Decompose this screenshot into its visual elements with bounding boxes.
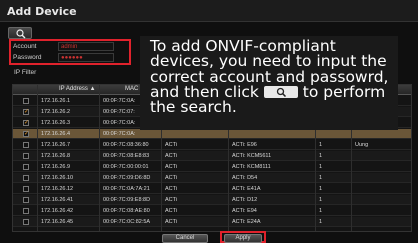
table-row[interactable]: 172.16.26.12 00:0F:7C:0A:7A:21 ACTi ACTi: E… bbox=[13, 184, 411, 194]
cell-ch: 1 bbox=[319, 175, 323, 181]
cell-extra: Uung bbox=[355, 142, 369, 148]
cell-model: ACTi: KCM5611 bbox=[232, 153, 272, 159]
cell-ch: 1 bbox=[319, 208, 323, 214]
cell-vendor: ACTi bbox=[165, 208, 178, 214]
table-row[interactable]: 172.16.26.41 00:0F:7C:09:E8:8D ACTi ACTi: D… bbox=[13, 195, 411, 205]
cell-mac: 00:0F:7C:07: bbox=[103, 109, 135, 115]
cell-ip: 172.16.26.9 bbox=[41, 164, 71, 170]
cell-model: ACTi: KCM8111 bbox=[232, 164, 271, 170]
cell-model: ACTi: D12 bbox=[232, 197, 258, 203]
ip-filter-label: IP Filter bbox=[14, 69, 37, 76]
cell-ch: 1 bbox=[319, 164, 323, 170]
table-row[interactable]: ✓ 172.16.26.4 00:0F:7C:0A: bbox=[13, 129, 411, 139]
cell-ip: 172.16.26.45 bbox=[41, 219, 74, 225]
cell-model: ACTi: D54 bbox=[232, 175, 258, 181]
cell-ip: 172.16.26.7 bbox=[41, 142, 71, 148]
cell-mac: 00:0F:7C:08:36:80 bbox=[103, 142, 149, 148]
table-row[interactable]: 172.16.26.7 00:0F:7C:08:36:80 ACTi ACTi: E9… bbox=[13, 140, 411, 150]
cell-ip: 172.16.26.4 bbox=[41, 131, 71, 137]
column-header-mac[interactable]: MAC bbox=[125, 86, 138, 92]
cell-vendor: ACTi bbox=[165, 186, 178, 192]
cell-mac: 00:0F:7C:08:AE:80 bbox=[103, 208, 150, 214]
cell-ip: 172.16.26.8 bbox=[41, 153, 71, 159]
row-checkbox[interactable] bbox=[23, 219, 29, 225]
cell-ch: 1 bbox=[319, 186, 323, 192]
cell-ch: 1 bbox=[319, 142, 323, 148]
cell-ch: 1 bbox=[319, 219, 323, 225]
cell-ip: 172.16.26.2 bbox=[41, 109, 71, 115]
cell-vendor: ACTi bbox=[165, 153, 178, 159]
row-checkbox[interactable]: ✓ bbox=[23, 120, 29, 126]
row-checkbox[interactable]: ✓ bbox=[23, 109, 29, 115]
account-input[interactable]: admin bbox=[58, 42, 114, 51]
cancel-button[interactable]: Cancel bbox=[162, 234, 208, 243]
cell-mac: 00:0F:7C:0A: bbox=[103, 98, 136, 104]
apply-button[interactable]: Apply bbox=[224, 234, 262, 243]
inline-search-button bbox=[263, 85, 298, 98]
row-checkbox[interactable] bbox=[23, 98, 29, 104]
table-row[interactable]: 172.16.26.9 00:0F:7C:00:00:01 ACTi ACTi: KC… bbox=[13, 162, 411, 172]
table-row[interactable]: 172.16.26.8 00:0F:7C:08:E8:83 ACTi ACTi: KC… bbox=[13, 151, 411, 161]
magnifier-icon bbox=[276, 87, 286, 97]
table-row[interactable]: 172.16.26.45 00:0F:7C:0C:82:5A ACTi ACTi: E… bbox=[13, 217, 411, 227]
password-input[interactable]: ●●●●●● bbox=[58, 53, 114, 62]
row-checkbox[interactable] bbox=[23, 175, 29, 181]
cell-vendor: ACTi bbox=[165, 175, 178, 181]
cell-model: ACTi: E94 bbox=[232, 208, 257, 214]
cell-model: ACTi: E96 bbox=[232, 142, 257, 148]
search-icon bbox=[16, 29, 26, 39]
cell-vendor: ACTi bbox=[165, 164, 178, 170]
cell-mac: 00:0F:7C:0A:7A:21 bbox=[103, 186, 150, 192]
cell-ip: 172.16.26.41 bbox=[41, 197, 74, 203]
title-bar: Add Device bbox=[0, 0, 418, 22]
row-checkbox[interactable] bbox=[23, 208, 29, 214]
cell-ch: 1 bbox=[319, 197, 323, 203]
cell-mac: 00:0F:7C:00:00:01 bbox=[103, 164, 149, 170]
cell-vendor: ACTi bbox=[165, 197, 178, 203]
cell-mac: 00:0F:7C:09:D6:8D bbox=[103, 175, 151, 181]
cell-vendor: ACTi bbox=[165, 219, 178, 225]
cell-model: ACTi: E24A bbox=[232, 219, 261, 225]
cell-ip: 172.16.26.1 bbox=[41, 98, 71, 104]
column-header-ip[interactable]: IP Address ▲ bbox=[59, 86, 96, 92]
table-row[interactable]: 172.16.26.42 00:0F:7C:08:AE:80 ACTi ACTi: E… bbox=[13, 206, 411, 216]
cell-mac: 00:0F:7C:09:E8:8D bbox=[103, 197, 151, 203]
window-title: Add Device bbox=[7, 5, 77, 18]
row-checkbox[interactable] bbox=[23, 164, 29, 170]
row-checkbox[interactable] bbox=[23, 186, 29, 192]
cell-mac: 00:0F:7C:0C:82:5A bbox=[103, 219, 151, 225]
row-checkbox[interactable] bbox=[23, 197, 29, 203]
search-button[interactable] bbox=[8, 27, 32, 39]
cell-ip: 172.16.26.10 bbox=[41, 175, 74, 181]
row-checkbox[interactable]: ✓ bbox=[23, 131, 29, 137]
cell-ip: 172.16.26.42 bbox=[41, 208, 74, 214]
password-label: Password bbox=[13, 54, 42, 61]
cell-ch: 1 bbox=[319, 153, 323, 159]
row-checkbox[interactable] bbox=[23, 142, 29, 148]
instruction-text: To add ONVIF-compliant devices, you need… bbox=[150, 38, 400, 115]
cell-mac: 00:0F:7C:0A: bbox=[103, 120, 136, 126]
cell-model: ACTi: E41A bbox=[232, 186, 261, 192]
cell-mac: 00:0F:7C:08:E8:83 bbox=[103, 153, 150, 159]
account-label: Account bbox=[13, 43, 37, 50]
row-checkbox[interactable] bbox=[23, 153, 29, 159]
cell-ip: 172.16.26.12 bbox=[41, 186, 74, 192]
cell-mac: 00:0F:7C:0A: bbox=[103, 131, 136, 137]
cell-vendor: ACTi bbox=[165, 142, 178, 148]
cell-ip: 172.16.26.3 bbox=[41, 120, 71, 126]
table-row[interactable]: 172.16.26.10 00:0F:7C:09:D6:8D ACTi ACTi: D… bbox=[13, 173, 411, 183]
